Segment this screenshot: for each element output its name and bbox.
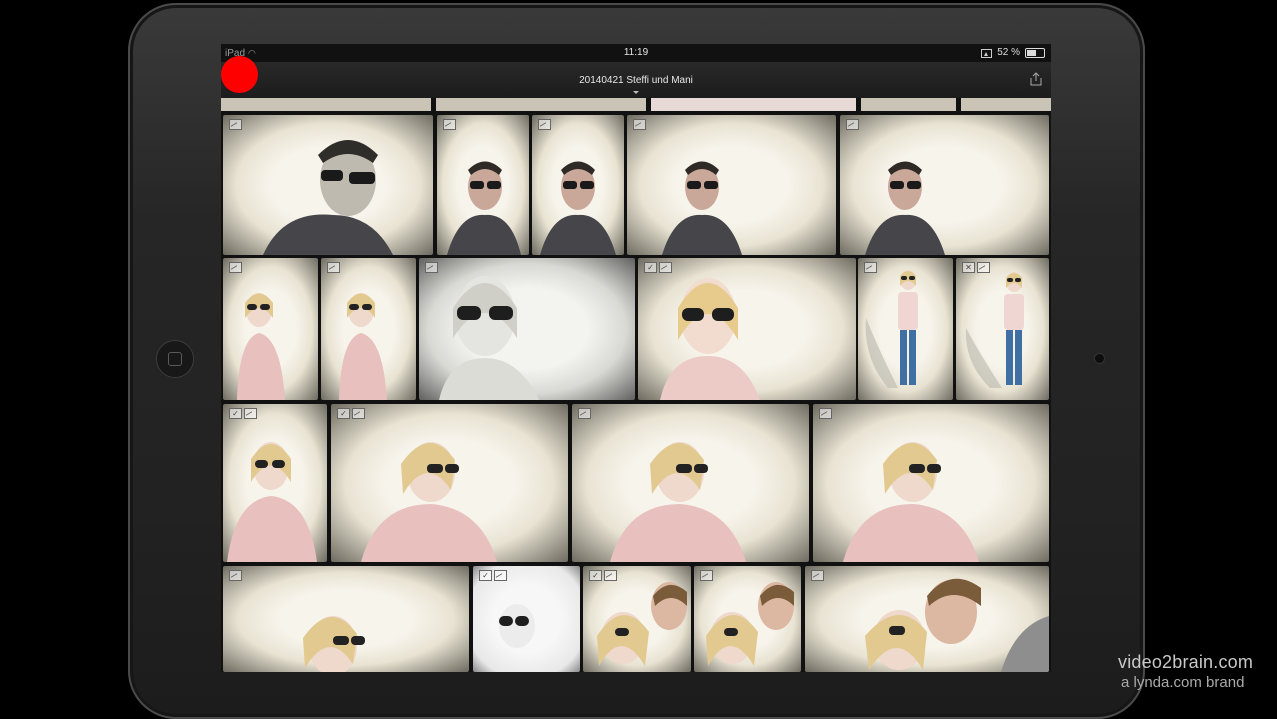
photo-thumbnail[interactable] [813,404,1049,562]
flag-icon[interactable] [443,119,456,130]
photo-thumbnail[interactable] [805,566,1049,672]
flag-icon[interactable] [538,119,551,130]
watermark-brand: video2brain.com [1118,652,1254,672]
flag-icon[interactable] [229,570,242,581]
photo-woman [439,276,539,400]
flag-icon[interactable] [327,262,340,273]
photo-woman [610,442,746,562]
checkmark-icon[interactable]: ✓ [229,408,242,419]
share-icon[interactable] [1029,72,1043,86]
checkmark-icon[interactable]: ✓ [589,570,602,581]
screen: iPad ◠ 11:19 52 % 20140421 Steffi und Man… [221,44,1051,672]
checkmark-icon[interactable]: ✓ [644,262,657,273]
photo-woman-standing [865,270,918,388]
photo-thumbnail[interactable] [221,98,431,111]
photo-woman-bw [499,604,535,648]
photo-thumbnail[interactable] [651,98,856,111]
photo-woman [660,278,760,400]
battery-icon [1025,48,1045,58]
status-bar: iPad ◠ 11:19 52 % [221,44,1051,62]
flag-icon[interactable] [604,570,617,581]
flag-icon[interactable] [864,262,877,273]
collection-title[interactable]: 20140421 Steffi und Mani [221,75,1051,86]
checkmark-icon[interactable]: ✓ [479,570,492,581]
flag-icon[interactable] [494,570,507,581]
photo-woman [339,293,387,400]
photo-thumbnail[interactable] [840,115,1049,255]
photo-woman-standing [965,272,1024,388]
photo-thumbnail[interactable]: ✕ [956,258,1049,400]
photo-man [447,161,521,255]
photo-couple [865,578,1049,672]
photo-woman [361,442,497,562]
flag-icon[interactable] [229,119,242,130]
front-camera [1094,353,1105,364]
chevron-down-icon[interactable] [633,91,639,94]
photo-thumbnail[interactable] [223,115,433,255]
flag-icon[interactable] [819,408,832,419]
photo-thumbnail[interactable] [858,258,953,400]
photo-thumbnail[interactable] [437,115,529,255]
flag-icon[interactable] [425,262,438,273]
status-right: 52 % [981,44,1045,62]
flag-icon[interactable] [229,262,242,273]
photo-thumbnail[interactable] [572,404,809,562]
watermark-tagline: a lynda.com brand [1121,674,1245,691]
photo-woman [843,442,979,562]
photo-thumbnail[interactable]: ✓ [223,404,327,562]
photo-thumbnail[interactable]: ✓ [331,404,568,562]
flag-icon[interactable] [846,119,859,130]
photo-couple [597,582,687,666]
close-icon[interactable]: ✕ [962,262,975,273]
photo-thumbnail[interactable] [436,98,646,111]
photo-woman [227,442,317,562]
photo-man [662,161,742,255]
airplay-icon [981,48,993,58]
photo-thumbnail[interactable]: ✓ [638,258,856,400]
photo-man [865,161,945,255]
photo-thumbnail[interactable]: ✓ [583,566,691,672]
photo-thumbnail[interactable] [223,566,469,672]
clock: 11:19 [623,47,649,58]
photo-couple [706,582,794,666]
photo-woman [303,616,365,672]
flag-icon[interactable] [700,570,713,581]
photo-woman [237,293,285,400]
photo-thumbnail[interactable] [321,258,416,400]
flag-icon[interactable] [352,408,365,419]
record-dot-icon [221,56,258,93]
battery-percent: 52 % [997,47,1020,58]
photo-thumbnail[interactable] [532,115,624,255]
photo-thumbnail[interactable] [861,98,956,111]
home-button[interactable] [156,340,194,378]
photo-man [263,140,393,255]
photo-thumbnail[interactable] [961,98,1051,111]
flag-icon[interactable] [633,119,646,130]
flag-icon[interactable] [659,262,672,273]
photo-thumbnail[interactable] [223,258,318,400]
flag-icon[interactable] [977,262,990,273]
photo-thumbnail[interactable]: ✓ [473,566,580,672]
photo-thumbnail[interactable] [419,258,635,400]
photo-thumbnail[interactable] [627,115,836,255]
flag-icon[interactable] [811,570,824,581]
checkmark-icon[interactable]: ✓ [337,408,350,419]
flag-icon[interactable] [244,408,257,419]
nav-bar: 20140421 Steffi und Mani [221,62,1051,98]
photo-man [540,161,616,255]
flag-icon[interactable] [578,408,591,419]
photo-thumbnail[interactable] [694,566,801,672]
